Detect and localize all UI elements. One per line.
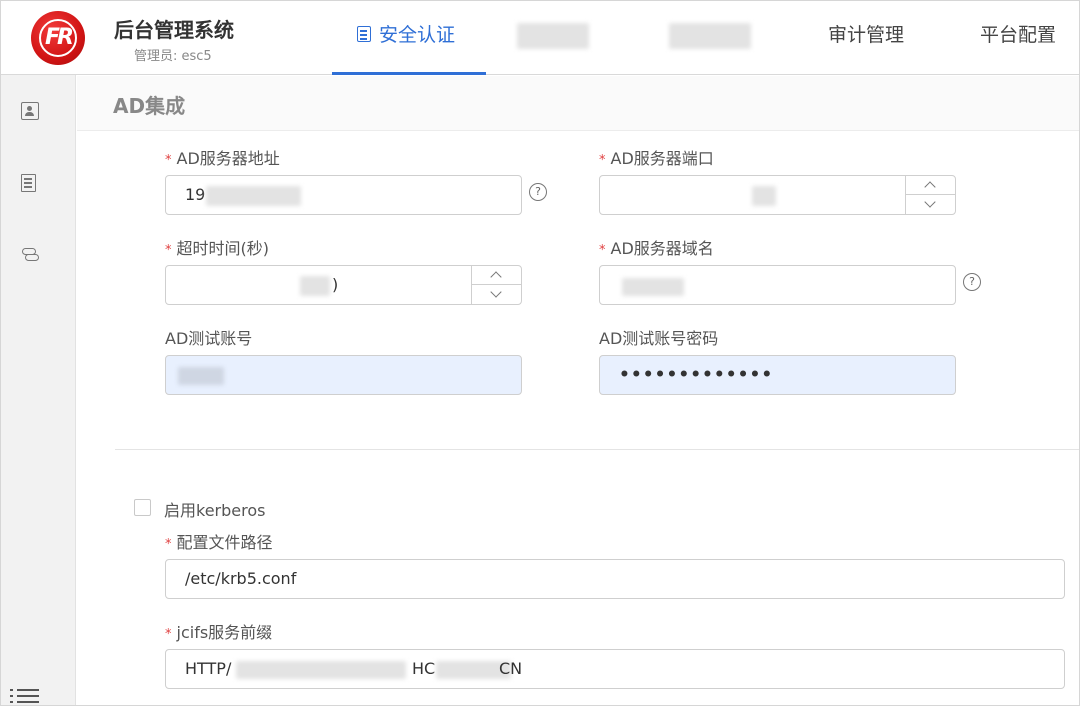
tab-label: 安全认证 bbox=[379, 24, 456, 46]
required-mark: * bbox=[599, 153, 606, 168]
list-icon[interactable] bbox=[7, 687, 43, 705]
redacted-block bbox=[752, 186, 776, 206]
redacted-block bbox=[622, 278, 684, 296]
server-address-label: * AD服务器地址 bbox=[165, 149, 280, 168]
main-content: AD集成 *AD服务器地址 19 ? *AD服务器端口 *超时时间(秒) bbox=[77, 76, 1079, 705]
tab-label: 平台配置 bbox=[980, 24, 1057, 46]
tab-audit-management[interactable]: 审计管理 bbox=[828, 1, 918, 75]
tab-security-auth[interactable]: 安全认证 bbox=[332, 1, 486, 75]
required-mark: * bbox=[599, 243, 606, 258]
app-logo[interactable]: FR bbox=[31, 11, 85, 65]
config-path-label: * 配置文件路径 bbox=[165, 533, 273, 552]
tab-label: 审计管理 bbox=[828, 24, 905, 46]
user-card-icon[interactable] bbox=[21, 102, 39, 120]
test-account-input[interactable] bbox=[165, 355, 522, 395]
link-icon[interactable] bbox=[21, 245, 39, 263]
redacted-block bbox=[236, 661, 406, 679]
section-title: AD集成 bbox=[113, 94, 186, 118]
timeout-label: * 超时时间(秒) bbox=[165, 239, 269, 258]
chevron-up-icon bbox=[924, 181, 936, 193]
required-mark: * bbox=[165, 537, 172, 552]
decrement-button[interactable] bbox=[472, 285, 521, 304]
test-password-input[interactable]: ••••••••••••• bbox=[599, 355, 956, 395]
decrement-button[interactable] bbox=[906, 195, 955, 214]
tab-redacted-2[interactable] bbox=[667, 1, 757, 75]
help-icon[interactable]: ? bbox=[529, 183, 547, 201]
server-domain-input[interactable] bbox=[599, 265, 956, 305]
section-divider bbox=[115, 449, 1079, 450]
timeout-stepper[interactable]: ) bbox=[165, 265, 522, 305]
required-mark: * bbox=[165, 243, 172, 258]
config-path-input[interactable]: /etc/krb5.conf bbox=[165, 559, 1065, 599]
server-port-stepper[interactable] bbox=[599, 175, 956, 215]
increment-button[interactable] bbox=[472, 266, 521, 285]
logo-monogram: FR bbox=[45, 25, 74, 50]
required-mark: * bbox=[165, 627, 172, 642]
document-icon bbox=[357, 26, 371, 42]
top-header: FR 后台管理系统 管理员: esc5 安全认证 审计管理 平台配置 bbox=[1, 1, 1079, 75]
chevron-up-icon bbox=[490, 271, 502, 283]
redacted-block bbox=[206, 186, 301, 206]
test-password-label: AD测试账号密码 bbox=[599, 329, 719, 348]
number-stepper bbox=[905, 176, 955, 214]
chevron-down-icon bbox=[924, 196, 936, 208]
tab-redacted-1[interactable] bbox=[513, 1, 593, 75]
redacted-block bbox=[669, 23, 751, 49]
jcifs-prefix-input[interactable]: HTTP/ HC CN bbox=[165, 649, 1065, 689]
redacted-block bbox=[517, 23, 589, 49]
tab-platform-config[interactable]: 平台配置 bbox=[980, 1, 1075, 75]
server-address-input[interactable]: 19 bbox=[165, 175, 522, 215]
server-port-label: * AD服务器端口 bbox=[599, 149, 714, 168]
kerberos-checkbox-label[interactable]: 启用kerberos bbox=[164, 497, 265, 521]
app-window: FR 后台管理系统 管理员: esc5 安全认证 审计管理 平台配置 AD集成 … bbox=[0, 0, 1080, 706]
left-sidebar bbox=[1, 75, 76, 705]
document-icon[interactable] bbox=[21, 174, 36, 192]
server-domain-label: * AD服务器域名 bbox=[599, 239, 714, 258]
admin-user-label: 管理员: esc5 bbox=[134, 49, 212, 64]
kerberos-checkbox[interactable] bbox=[134, 499, 151, 516]
increment-button[interactable] bbox=[906, 176, 955, 195]
section-header: AD集成 bbox=[77, 76, 1079, 131]
redacted-block bbox=[178, 367, 224, 385]
chevron-down-icon bbox=[490, 286, 502, 298]
jcifs-prefix-label: * jcifs服务前缀 bbox=[165, 623, 273, 642]
help-icon[interactable]: ? bbox=[963, 273, 981, 291]
app-title: 后台管理系统 bbox=[114, 18, 234, 42]
redacted-block bbox=[300, 276, 330, 296]
number-stepper bbox=[471, 266, 521, 304]
required-mark: * bbox=[165, 153, 172, 168]
test-account-label: AD测试账号 bbox=[165, 329, 253, 348]
